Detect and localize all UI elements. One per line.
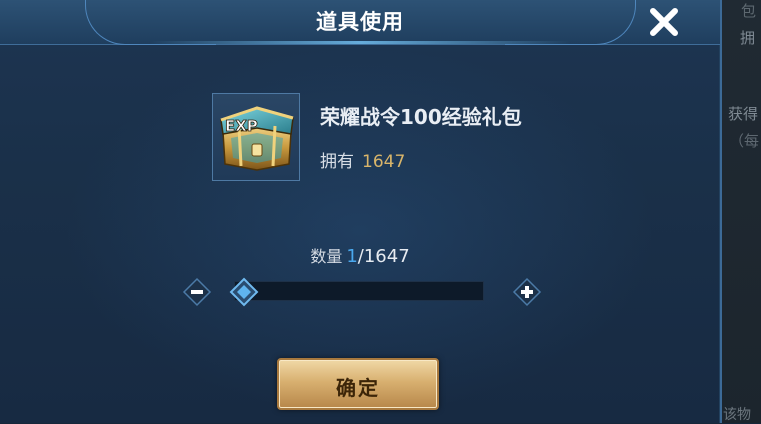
confirm-label: 确定 xyxy=(336,376,380,400)
quantity-label: 数量 xyxy=(310,247,343,266)
exp-chest-label: EXP xyxy=(225,117,258,135)
owned-row: 拥有 1647 xyxy=(320,147,405,172)
close-button[interactable] xyxy=(645,3,683,41)
background-text: 获得 xyxy=(728,105,759,123)
increase-quantity-button[interactable] xyxy=(512,277,542,307)
background-text: （每 xyxy=(729,132,760,150)
background-text: 拥 xyxy=(740,29,756,47)
decrease-quantity-button[interactable] xyxy=(182,277,212,307)
plus-icon xyxy=(512,277,542,307)
quantity-slider-track[interactable] xyxy=(234,281,484,301)
exp-chest-icon: EXP xyxy=(220,106,294,171)
owned-label: 拥有 xyxy=(320,152,354,172)
quantity-slider-handle[interactable] xyxy=(229,277,259,307)
header-glow xyxy=(150,41,570,44)
confirm-button[interactable]: 确定 xyxy=(277,358,439,410)
close-x-icon xyxy=(650,8,678,36)
slider-diamond-icon xyxy=(229,277,259,307)
quantity-current: 1 xyxy=(346,246,358,267)
background-panel xyxy=(720,0,761,423)
item-icon-frame: EXP xyxy=(212,93,300,181)
item-use-dialog: 道具使用 EXP 荣耀战令100经验礼包 拥有 1647 数量 1/1647 确… xyxy=(0,0,722,423)
background-text: 包 xyxy=(741,2,757,20)
dialog-title: 道具使用 xyxy=(316,10,404,34)
item-name: 荣耀战令100经验礼包 xyxy=(320,105,522,129)
minus-icon xyxy=(182,277,212,307)
background-text: 该物 xyxy=(723,407,751,423)
quantity-display: 数量 1/1647 xyxy=(0,243,720,267)
dialog-header: 道具使用 xyxy=(0,0,720,45)
quantity-max: 1647 xyxy=(363,246,410,267)
owned-count: 1647 xyxy=(362,152,406,172)
